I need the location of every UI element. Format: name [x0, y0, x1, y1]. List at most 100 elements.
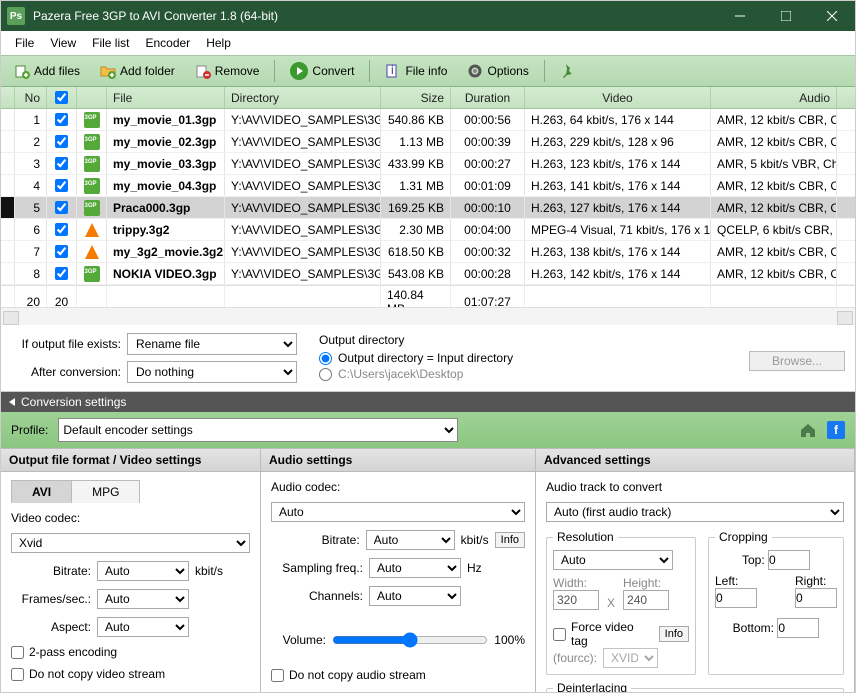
conversion-settings-header[interactable]: Conversion settings	[1, 392, 855, 412]
3gp-icon	[84, 178, 100, 194]
convert-button[interactable]: Convert	[281, 58, 363, 84]
twopass-check[interactable]	[11, 646, 24, 659]
minimize-button[interactable]	[717, 1, 763, 31]
after-label: After conversion:	[11, 365, 121, 379]
menu-view[interactable]: View	[42, 34, 84, 52]
row-check[interactable]	[55, 135, 68, 148]
video-bitrate-select[interactable]: Auto	[97, 561, 189, 581]
add-files-button[interactable]: Add files	[5, 59, 89, 83]
fps-select[interactable]: Auto	[97, 589, 189, 609]
3gp-icon	[84, 134, 100, 150]
home-icon[interactable]	[799, 421, 817, 439]
row-check[interactable]	[55, 223, 68, 236]
row-check[interactable]	[55, 179, 68, 192]
tab-mpg[interactable]: MPG	[71, 480, 140, 503]
close-button[interactable]	[809, 1, 855, 31]
crop-left[interactable]	[715, 588, 757, 608]
menu-file[interactable]: File	[7, 34, 42, 52]
col-no[interactable]: No	[15, 87, 47, 108]
fourcc-info-button[interactable]: Info	[659, 626, 689, 642]
menu-encoder[interactable]: Encoder	[137, 34, 198, 52]
check-all[interactable]	[55, 91, 68, 104]
if-exists-label: If output file exists:	[11, 337, 121, 351]
remove-button[interactable]: Remove	[186, 59, 269, 83]
deinterlacing-fieldset: Deinterlacing	[546, 681, 844, 692]
row-check[interactable]	[55, 157, 68, 170]
title-bar: Ps Pazera Free 3GP to AVI Converter 1.8 …	[1, 1, 855, 31]
3gp-icon	[84, 200, 100, 216]
fourcc-select[interactable]: XVID	[603, 648, 658, 668]
table-row[interactable]: 3my_movie_03.3gpY:\AV\VIDEO_SAMPLES\3GP4…	[1, 153, 855, 175]
file-info-button[interactable]: iFile info	[376, 59, 456, 83]
channels-select[interactable]: Auto	[369, 586, 461, 606]
crop-right[interactable]	[795, 588, 837, 608]
table-row[interactable]: 1my_movie_01.3gpY:\AV\VIDEO_SAMPLES\3GP5…	[1, 109, 855, 131]
outdir-custom-radio[interactable]	[319, 368, 332, 381]
options-button[interactable]: Options	[458, 59, 537, 83]
col-size[interactable]: Size	[381, 87, 451, 108]
3gp-icon	[84, 112, 100, 128]
col-dir[interactable]: Directory	[225, 87, 381, 108]
audio-track-select[interactable]: Auto (first audio track)	[546, 502, 844, 522]
audio-bitrate-select[interactable]: Auto	[366, 530, 455, 550]
menu-help[interactable]: Help	[198, 34, 239, 52]
table-row[interactable]: 2my_movie_02.3gpY:\AV\VIDEO_SAMPLES\3GP1…	[1, 131, 855, 153]
after-conversion-select[interactable]: Do nothing	[127, 361, 297, 383]
table-row[interactable]: 4my_movie_04.3gpY:\AV\VIDEO_SAMPLES\3GP1…	[1, 175, 855, 197]
toolbar: Add files Add folder Remove Convert iFil…	[1, 55, 855, 87]
width-input[interactable]	[553, 590, 599, 610]
play-icon	[290, 62, 308, 80]
horizontal-scrollbar[interactable]	[1, 307, 855, 325]
window-title: Pazera Free 3GP to AVI Converter 1.8 (64…	[33, 9, 717, 23]
app-icon: Ps	[7, 7, 25, 25]
video-codec-select[interactable]: Xvid	[11, 533, 250, 553]
col-check[interactable]	[47, 87, 77, 108]
nocopy-audio-check[interactable]	[271, 669, 284, 682]
maximize-button[interactable]	[763, 1, 809, 31]
file-grid: No File Directory Size Duration Video Au…	[1, 87, 855, 325]
volume-slider[interactable]	[332, 632, 488, 648]
vlc-icon	[85, 223, 99, 237]
output-options: If output file exists: Rename file After…	[1, 325, 855, 392]
if-exists-select[interactable]: Rename file	[127, 333, 297, 355]
nocopy-video-check[interactable]	[11, 668, 24, 681]
height-input[interactable]	[623, 590, 669, 610]
profile-select[interactable]: Default encoder settings	[58, 418, 458, 442]
table-row[interactable]: 6trippy.3g2Y:\AV\VIDEO_SAMPLES\3GP2.30 M…	[1, 219, 855, 241]
menu-filelist[interactable]: File list	[84, 34, 137, 52]
force-tag-check[interactable]	[553, 628, 566, 641]
col-duration[interactable]: Duration	[451, 87, 525, 108]
crop-bottom[interactable]	[777, 618, 819, 638]
resolution-select[interactable]: Auto	[553, 550, 673, 570]
video-settings-panel: Output file format / Video settings AVI …	[1, 448, 261, 692]
row-check[interactable]	[55, 267, 68, 280]
col-file[interactable]: File	[107, 87, 225, 108]
audio-codec-select[interactable]: Auto	[271, 502, 525, 522]
sampling-select[interactable]: Auto	[369, 558, 461, 578]
col-video[interactable]: Video	[525, 87, 711, 108]
table-row[interactable]: 8NOKIA VIDEO.3gpY:\AV\VIDEO_SAMPLES\3GP5…	[1, 263, 855, 285]
audio-info-button[interactable]: Info	[495, 532, 525, 548]
table-row[interactable]: 5Praca000.3gpY:\AV\VIDEO_SAMPLES\3GP169.…	[1, 197, 855, 219]
menu-bar: File View File list Encoder Help	[1, 31, 855, 55]
aspect-select[interactable]: Auto	[97, 617, 189, 637]
crop-top[interactable]	[768, 550, 810, 570]
row-check[interactable]	[55, 245, 68, 258]
row-check[interactable]	[55, 113, 68, 126]
col-audio[interactable]: Audio	[711, 87, 837, 108]
vlc-icon	[85, 245, 99, 259]
collapse-icon	[9, 398, 15, 406]
pin-button[interactable]	[551, 59, 585, 83]
table-row[interactable]: 7my_3g2_movie.3g2Y:\AV\VIDEO_SAMPLES\3GP…	[1, 241, 855, 263]
tab-avi[interactable]: AVI	[11, 480, 72, 503]
profile-bar: Profile: Default encoder settings f	[1, 412, 855, 448]
outdir-input-radio[interactable]	[319, 352, 332, 365]
browse-button[interactable]: Browse...	[749, 351, 845, 371]
facebook-icon[interactable]: f	[827, 421, 845, 439]
3gp-icon	[84, 266, 100, 282]
cropping-fieldset: Cropping Top: Left: Right: Bottom:	[708, 530, 844, 675]
audio-codec-label: Audio codec:	[271, 480, 525, 494]
add-folder-button[interactable]: Add folder	[91, 59, 184, 83]
row-check[interactable]	[55, 201, 68, 214]
3gp-icon	[84, 156, 100, 172]
